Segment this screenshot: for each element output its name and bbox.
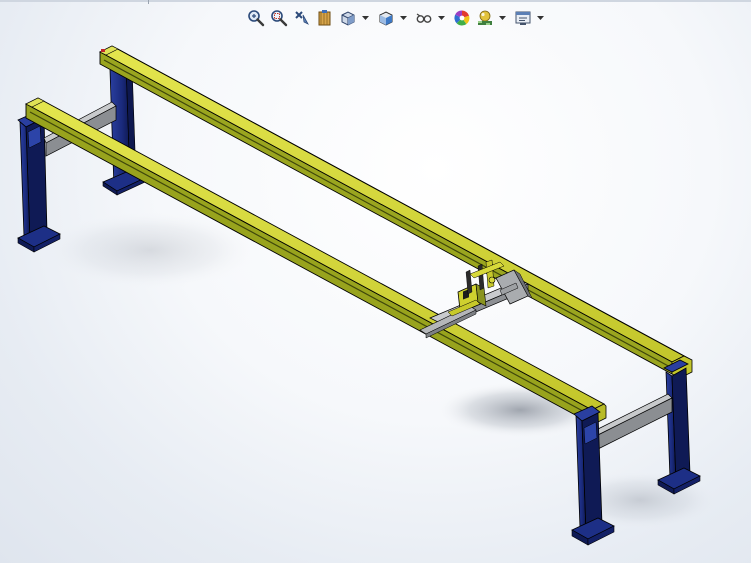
graphics-viewport[interactable] <box>0 0 751 563</box>
crossbar-right[interactable] <box>595 393 673 450</box>
gantry-assembly-model[interactable] <box>0 0 751 563</box>
rail-back[interactable] <box>99 45 693 379</box>
gantry-carriage[interactable] <box>419 259 533 339</box>
